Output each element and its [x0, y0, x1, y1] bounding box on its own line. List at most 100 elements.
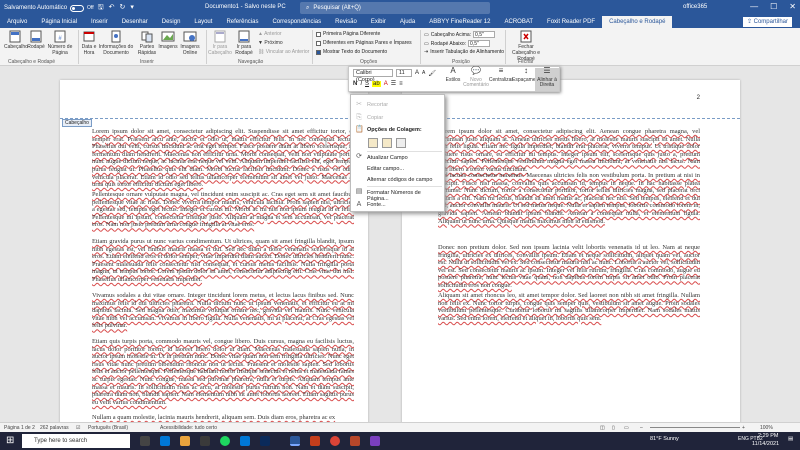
tab-referencias[interactable]: Referências — [219, 16, 265, 28]
edge-icon[interactable] — [160, 436, 170, 446]
chrome-icon[interactable] — [330, 436, 340, 446]
close-header-footer-button[interactable]: Fechar Cabeçalho e Rodapé — [508, 30, 544, 62]
paste-merge-formatting-icon[interactable] — [382, 138, 392, 148]
online-pictures-button[interactable]: Imagens Online — [178, 30, 202, 56]
header-top-value[interactable]: 0,5" — [473, 31, 496, 38]
format-painter-icon[interactable]: 🖌 — [428, 70, 436, 77]
read-mode-icon[interactable]: ▯ — [612, 425, 615, 431]
page-number-button[interactable]: # Número de Página — [46, 30, 74, 56]
zoom-out-button[interactable]: – — [640, 425, 643, 431]
align-right-button[interactable]: ☰ Alinhar à Direita — [535, 67, 559, 91]
task-view-icon[interactable] — [140, 436, 150, 446]
maximize-button[interactable]: ☐ — [770, 2, 777, 11]
file-explorer-icon[interactable] — [180, 436, 190, 446]
zoom-slider[interactable] — [650, 427, 740, 428]
diff-odd-even-checkbox[interactable]: Diferentes em Páginas Pares e Ímpares — [316, 40, 412, 46]
new-comment-button[interactable]: 💬 Novo Comentário — [462, 67, 490, 88]
go-to-header-button[interactable]: Ir para Cabeçalho — [208, 30, 232, 56]
app-icon[interactable] — [260, 436, 270, 446]
page-count[interactable]: Página 1 de 2 — [4, 425, 35, 431]
footer-bottom-spinner[interactable]: ▭ Rodapé Abaixo: 0,5" — [424, 40, 491, 47]
autosave-toggle[interactable] — [70, 4, 85, 12]
footer-bottom-value[interactable]: 0,5" — [468, 40, 491, 47]
windows-start-icon[interactable]: ⊞ — [6, 435, 14, 446]
print-layout-icon[interactable]: ▭ — [624, 425, 629, 431]
menu-item-edit-field[interactable]: Editar campo... — [367, 166, 404, 172]
tab-layout[interactable]: Layout — [187, 16, 219, 28]
pictures-button[interactable]: Imagens — [158, 30, 178, 50]
menu-item-format-page-numbers[interactable]: Formatar Números de Página... — [367, 190, 444, 202]
next-button[interactable]: ▼ Próximo — [258, 40, 283, 46]
grow-font-icon[interactable]: A — [415, 70, 419, 76]
save-icon[interactable]: 🖫 — [98, 3, 104, 14]
bold-button[interactable]: N — [353, 81, 357, 87]
tab-inserir[interactable]: Inserir — [84, 16, 115, 28]
zoom-in-button[interactable]: + — [742, 425, 745, 431]
highlight-icon[interactable]: ab — [372, 80, 381, 87]
taskbar-search[interactable]: Type here to search — [22, 434, 130, 448]
tab-pagina-inicial[interactable]: Página Inicial — [34, 16, 84, 28]
tab-ajuda[interactable]: Ajuda — [393, 16, 422, 28]
zoom-level[interactable]: 100% — [760, 425, 773, 431]
customize-qat-icon[interactable]: ▾ — [130, 3, 134, 14]
header-top-spinner[interactable]: ▭ Cabeçalho Acima: 0,5" — [424, 31, 496, 38]
redo-icon[interactable]: ↻ — [119, 3, 125, 14]
footer-button[interactable]: Rodapé — [26, 30, 46, 50]
tab-cabecalho-rodape[interactable]: Cabeçalho e Rodapé — [602, 16, 673, 28]
accessibility-status[interactable]: Acessibilidade: tudo certo — [160, 425, 217, 431]
go-to-footer-button[interactable]: Ir para Rodapé — [232, 30, 256, 56]
user-name[interactable]: office365 — [683, 4, 707, 10]
page-number-field[interactable]: 2 — [697, 95, 700, 101]
clock-time[interactable]: 2:29 PM — [758, 433, 778, 439]
store-icon[interactable] — [200, 436, 210, 446]
proofing-icon[interactable]: ☑ — [76, 425, 80, 431]
menu-item-update-field[interactable]: Atualizar Campo — [367, 155, 408, 161]
share-button[interactable]: ⇪ Compartilhar — [742, 17, 792, 27]
shrink-font-icon[interactable]: A — [422, 70, 425, 76]
diff-first-page-checkbox[interactable]: Primeira Página Diferente — [316, 31, 380, 37]
header-button[interactable]: Cabeçalho — [4, 30, 28, 50]
tab-design[interactable]: Design — [155, 16, 188, 28]
acrobat-icon[interactable] — [350, 436, 360, 446]
tab-acrobat[interactable]: ACROBAT — [497, 16, 540, 28]
menu-item-font[interactable]: Fonte... — [367, 202, 386, 208]
link-previous-button[interactable]: ⛓ Vincular ao Anterior — [258, 49, 309, 55]
page-1[interactable]: Cabeçalho Lorem ipsum dolor sit amet, co… — [60, 80, 368, 422]
app-icon[interactable] — [370, 436, 380, 446]
date-time-button[interactable]: Data e Hora — [80, 30, 98, 56]
document-info-button[interactable]: Informações do Documento — [98, 30, 134, 56]
font-name-select[interactable]: Calibri (Corpo) — [353, 69, 393, 83]
center-button[interactable]: ≡ Centralizar — [487, 67, 515, 83]
tab-desenhar[interactable]: Desenhar — [115, 16, 155, 28]
spotify-icon[interactable] — [220, 436, 230, 446]
numbering-icon[interactable]: ≡ — [399, 81, 403, 87]
clock-date[interactable]: 11/14/2021 — [752, 441, 779, 447]
tab-foxit[interactable]: Foxit Reader PDF — [540, 16, 602, 28]
font-color-icon[interactable]: A — [384, 81, 388, 87]
language-status[interactable]: Português (Brasil) — [88, 425, 128, 431]
previous-button[interactable]: ▲ Anterior — [258, 31, 282, 37]
menu-item-copy[interactable]: Copiar — [367, 115, 383, 121]
weather-status[interactable]: 81°F Sunny — [650, 436, 679, 442]
page-2[interactable]: 2 Lorem ipsum dolor sit amet, consectetu… — [402, 80, 740, 422]
quick-parts-button[interactable]: Partes Rápidas — [136, 30, 158, 56]
word-icon[interactable] — [290, 436, 300, 446]
paste-text-only-icon[interactable] — [396, 138, 406, 148]
undo-icon[interactable]: ↶ — [109, 3, 115, 14]
paste-keep-formatting-icon[interactable] — [368, 138, 378, 148]
menu-item-cut[interactable]: Recortar — [367, 102, 388, 108]
tab-abbyy[interactable]: ABBYY FineReader 12 — [422, 16, 497, 28]
underline-button[interactable]: S — [365, 81, 369, 87]
tab-arquivo[interactable]: Arquivo — [0, 16, 34, 28]
menu-item-toggle-codes[interactable]: Alternar códigos de campo — [367, 177, 432, 183]
word-count[interactable]: 262 palavras — [40, 425, 69, 431]
powerpoint-icon[interactable] — [310, 436, 320, 446]
focus-icon[interactable]: ◫ — [600, 425, 605, 431]
tab-exibir[interactable]: Exibir — [364, 16, 393, 28]
close-button[interactable]: ✕ — [789, 2, 796, 11]
italic-button[interactable]: I — [360, 81, 362, 87]
tab-correspondencias[interactable]: Correspondências — [265, 16, 328, 28]
bullets-icon[interactable]: ☰ — [391, 80, 396, 87]
font-size-select[interactable]: 11 — [396, 69, 412, 77]
show-text-checkbox[interactable]: Mostrar Texto do Documento — [316, 49, 387, 55]
